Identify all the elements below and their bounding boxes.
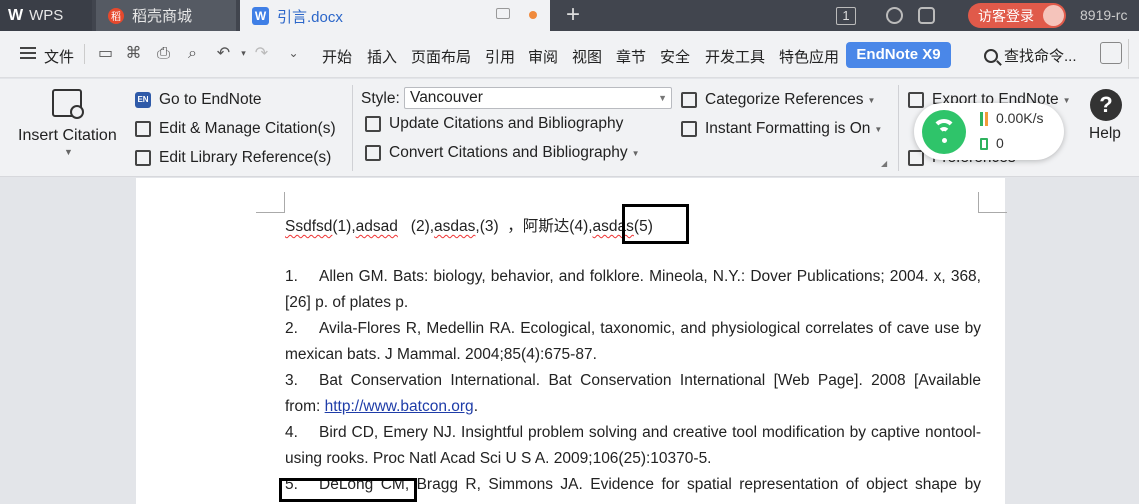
endnote-logo-icon: EN: [135, 92, 151, 108]
page-corner-mark: [978, 192, 1007, 213]
reference-entry[interactable]: 1. Allen GM. Bats: biology, behavior, and…: [285, 264, 981, 316]
customize-toolbar-icon[interactable]: ⌄: [284, 44, 303, 63]
chevron-down-icon: ▼: [874, 124, 883, 134]
wifi-icon: [922, 110, 966, 154]
edit-library-reference-button[interactable]: Edit Library Reference(s): [135, 149, 331, 167]
memory-value: 0: [996, 135, 1004, 151]
window-count-badge[interactable]: 1: [836, 0, 856, 31]
user-id-label: 8919-rc: [1080, 7, 1128, 23]
bibliography: 1. Allen GM. Bats: biology, behavior, and…: [285, 264, 981, 472]
highlight-box: [622, 204, 689, 244]
insert-citation-icon[interactable]: [52, 89, 84, 119]
undo-dropdown-icon[interactable]: ▾: [234, 44, 253, 63]
convert-citations-button[interactable]: Convert Citations and Bibliography ▼: [365, 144, 640, 162]
divider: [84, 44, 85, 64]
tab-docer-store[interactable]: 稻 稻壳商城: [96, 0, 236, 31]
help-button[interactable]: Help: [1089, 125, 1121, 143]
menu-view[interactable]: 视图: [572, 46, 602, 67]
command-search[interactable]: 查找命令...: [984, 45, 1077, 66]
network-speed-widget[interactable]: 0.00K/s 0: [914, 103, 1064, 160]
dialog-launcher-icon[interactable]: ◢: [881, 159, 887, 168]
menu-insert[interactable]: 插入: [367, 46, 397, 67]
new-tab-button[interactable]: +: [566, 1, 580, 29]
print-preview-icon[interactable]: ⌕: [183, 44, 202, 63]
divider: [1128, 39, 1129, 69]
citation-paragraph[interactable]: Ssdfsd(1),adsad (2),asdas,(3) ，阿斯达(4),as…: [285, 214, 653, 236]
menu-home[interactable]: 开始: [322, 46, 352, 67]
menu-bar: 文件 ▭ ⌘ ⎙ ⌕ ↶ ▾ ↷ ⌄ 开始 插入 页面布局 引用 审阅 视图 章…: [0, 31, 1139, 78]
tab-label: WPS: [29, 7, 64, 24]
tab-label: 引言.docx: [277, 8, 343, 26]
menu-references[interactable]: 引用: [485, 46, 515, 67]
chevron-down-icon: ▼: [631, 148, 640, 158]
chevron-down-icon: ▼: [867, 95, 876, 105]
update-icon: [365, 116, 381, 132]
divider: [898, 85, 899, 171]
monitor-icon[interactable]: [496, 8, 510, 19]
save-icon[interactable]: ▭: [96, 44, 115, 63]
guest-login-button[interactable]: 访客登录: [968, 3, 1066, 28]
menu-chapter[interactable]: 章节: [616, 46, 646, 67]
undo-icon[interactable]: ↶: [214, 44, 233, 63]
share-icon[interactable]: [1100, 42, 1122, 64]
categorize-references-button[interactable]: Categorize References ▼: [681, 91, 875, 109]
menu-review[interactable]: 审阅: [528, 46, 558, 67]
export-icon: [908, 92, 924, 108]
update-citations-button[interactable]: Update Citations and Bibliography: [365, 115, 623, 133]
page-corner-mark: [256, 192, 285, 213]
store-logo-icon: 稻: [108, 7, 124, 24]
menu-special-apps[interactable]: 特色应用: [779, 46, 839, 67]
style-select[interactable]: Vancouver ▼: [404, 87, 672, 109]
chevron-down-icon[interactable]: ▼: [64, 147, 73, 157]
wps-logo-icon: W: [8, 6, 24, 24]
title-bar: W WPS 稻 稻壳商城 W 引言.docx + 1 访客登录 8919-rc: [0, 0, 1139, 32]
upload-download-icon: [980, 112, 988, 126]
categorize-icon: [681, 92, 697, 108]
tab-document[interactable]: W 引言.docx: [240, 0, 550, 32]
hamburger-menu-icon[interactable]: [20, 47, 36, 59]
insert-citation-button[interactable]: Insert Citation: [18, 127, 117, 145]
chevron-down-icon: ▼: [1062, 95, 1071, 105]
preferences-icon: [908, 150, 924, 166]
reference-entry[interactable]: 3. Bat Conservation International. Bat Co…: [285, 368, 981, 420]
file-menu[interactable]: 文件: [44, 46, 74, 67]
help-icon[interactable]: ?: [1090, 89, 1122, 121]
convert-icon: [365, 145, 381, 161]
skin-shirt-icon[interactable]: [918, 7, 935, 24]
style-label: Style:: [361, 90, 400, 107]
writer-doc-icon: W: [252, 7, 269, 25]
memory-icon: [980, 138, 988, 150]
chevron-down-icon: ▼: [658, 93, 667, 103]
reference-entry[interactable]: 2. Avila-Flores R, Medellin RA. Ecologica…: [285, 316, 981, 368]
redo-icon[interactable]: ↷: [252, 44, 271, 63]
instant-formatting-button[interactable]: Instant Formatting is On ▼: [681, 120, 882, 138]
instant-formatting-icon: [681, 121, 697, 137]
go-to-endnote-button[interactable]: EN Go to EndNote: [135, 91, 262, 109]
cloud-sync-icon[interactable]: [886, 7, 903, 24]
divider: [352, 85, 353, 171]
menu-page-layout[interactable]: 页面布局: [411, 46, 471, 67]
tab-label: 稻壳商城: [132, 8, 193, 25]
tab-endnote[interactable]: EndNote X9: [846, 42, 951, 68]
unsaved-dot-icon: [529, 11, 537, 19]
menu-developer[interactable]: 开发工具: [705, 46, 765, 67]
format-painter-icon[interactable]: ⌘: [124, 44, 143, 63]
search-icon: [984, 48, 998, 63]
highlight-box: [279, 478, 417, 502]
avatar: [1043, 5, 1064, 26]
edit-citation-icon: [135, 121, 151, 137]
edit-manage-citations-button[interactable]: Edit & Manage Citation(s): [135, 120, 336, 138]
reference-link[interactable]: http://www.batcon.org: [325, 398, 474, 415]
tab-wps-home[interactable]: W WPS: [0, 0, 92, 31]
print-icon[interactable]: ⎙: [154, 44, 173, 63]
edit-library-icon: [135, 150, 151, 166]
network-speed-value: 0.00K/s: [996, 110, 1044, 126]
menu-security[interactable]: 安全: [660, 46, 690, 67]
reference-entry[interactable]: 4. Bird CD, Emery NJ. Insightful problem …: [285, 420, 981, 472]
